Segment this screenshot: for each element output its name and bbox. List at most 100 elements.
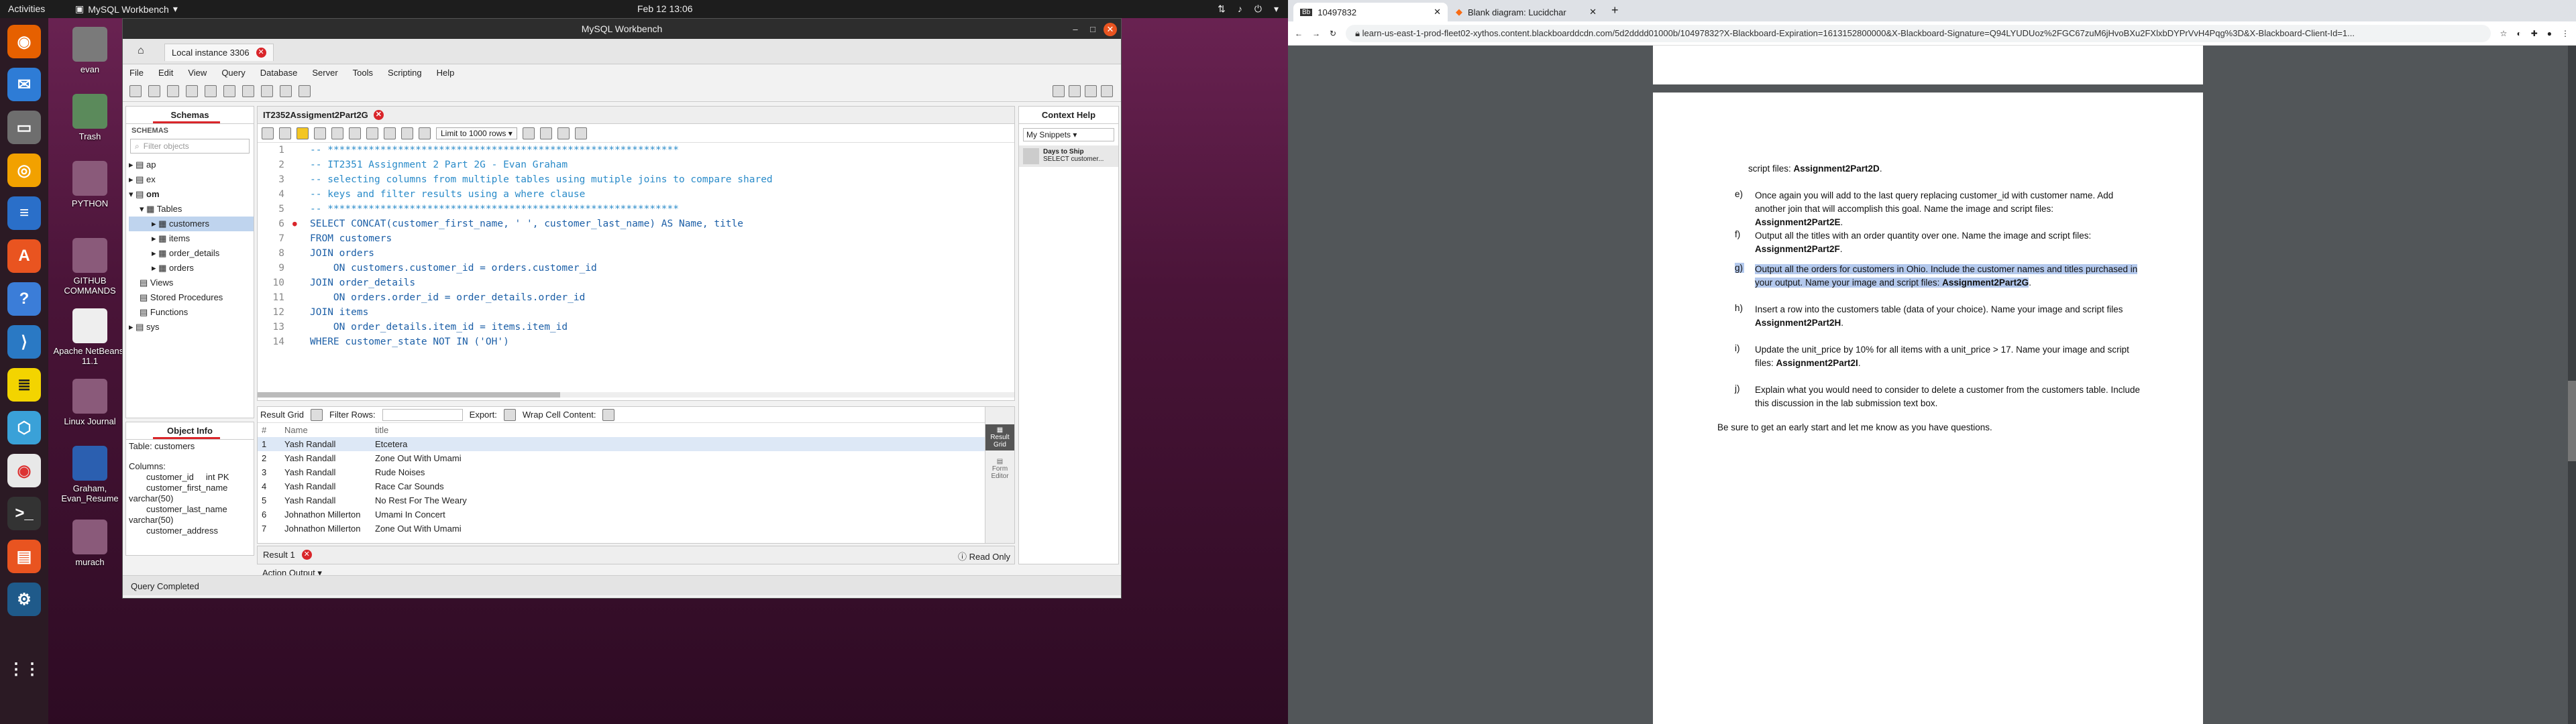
back-icon[interactable]: ← [1295,29,1303,38]
show-apps-icon[interactable]: ⋮⋮ [7,652,41,686]
rhythmbox-icon[interactable]: ◎ [7,154,41,187]
notes-icon[interactable]: ≣ [7,368,41,402]
table-cell[interactable]: Zone Out With Umami [375,453,462,463]
new-tab-button[interactable]: + [1605,3,1625,21]
table-cell[interactable]: No Rest For The Weary [375,495,467,505]
close-icon[interactable]: ✕ [373,110,384,120]
open-sql-icon[interactable] [148,84,160,97]
tree-item-tables[interactable]: ▾ ▦ Tables [129,202,254,217]
desktop-icon-trash[interactable]: Trash [50,94,130,141]
terminal-icon[interactable]: >_ [7,497,41,530]
create-function-icon[interactable] [261,84,273,97]
snippets-select[interactable]: My Snippets ▾ [1023,128,1114,141]
invisible-chars-icon[interactable] [557,127,570,139]
menu-scripting[interactable]: Scripting [388,68,422,78]
horizontal-scrollbar[interactable] [258,392,1014,398]
column-header[interactable]: Name [284,425,375,435]
result-tab[interactable]: Result 1 ✕ [263,550,312,560]
system-tray[interactable]: ⇅ ♪ ⏻ ▾ [1218,3,1279,15]
tree-item-om[interactable]: ▾ ▤ om [129,187,254,202]
sql-code-area[interactable]: 1 2 3 4 5 6 7 8 9 10 11 12 13 14 ● -- **… [258,143,1014,398]
tree-item-functions[interactable]: ▤ Functions [129,305,254,320]
toggle-secondary-icon[interactable] [1101,84,1113,97]
menu-view[interactable]: View [188,68,207,78]
close-icon[interactable]: ✕ [1434,7,1441,17]
tree-item-sys[interactable]: ▸ ▤ sys [129,320,254,335]
desktop-icon-netbeans[interactable]: Apache NetBeans-11.1 [50,308,130,366]
desktop-icon-python[interactable]: PYTHON [50,161,130,208]
table-row[interactable]: 6 Johnathon Millerton Umami In Concert [258,507,1014,522]
create-procedure-icon[interactable] [242,84,254,97]
table-cell[interactable]: Zone Out With Umami [375,524,462,534]
table-cell[interactable]: Rude Noises [375,467,425,477]
reload-icon[interactable]: ↻ [1330,29,1336,38]
bookmark-star-icon[interactable]: ☆ [2500,29,2508,38]
tree-item-stored-procedures[interactable]: ▤ Stored Procedures [129,290,254,305]
menu-tools[interactable]: Tools [353,68,373,78]
beautify-icon[interactable] [522,127,535,139]
find-icon[interactable] [539,127,552,139]
query-tab[interactable]: IT2352Assigment2Part2G ✕ [263,110,384,120]
extension-icon[interactable]: ◐ [2516,29,2521,38]
grid-icon[interactable] [311,408,323,421]
create-view-icon[interactable] [223,84,235,97]
wrap-icon[interactable] [574,127,587,139]
snippet-item[interactable]: Days to Ship SELECT customer... [1019,145,1118,167]
tab-context-help[interactable]: Context Help [1019,107,1118,124]
desktop-icon-github[interactable]: GITHUB COMMANDS [50,238,130,296]
tab-object-info[interactable]: Object Info [126,422,254,440]
toggle-error-icon[interactable] [366,127,378,139]
menu-kebab-icon[interactable]: ⋮ [2561,29,2569,38]
table-row[interactable]: 2 Yash Randall Zone Out With Umami [258,451,1014,465]
maximize-icon[interactable]: □ [1086,23,1099,36]
table-cell[interactable]: Etcetera [375,439,407,449]
tree-item-orders[interactable]: ▸ ▦ orders [129,261,254,276]
mysql-workbench-icon[interactable]: ⚙ [7,583,41,616]
writer-icon[interactable]: ≡ [7,196,41,230]
table-cell[interactable]: Yash Randall [284,453,375,463]
hex-app-icon[interactable]: ⬡ [7,411,41,444]
rollback-icon[interactable] [401,127,413,139]
table-cell[interactable]: Yash Randall [284,481,375,491]
activities-button[interactable]: Activities [8,3,45,14]
table-cell[interactable]: Umami In Concert [375,509,445,520]
app-menu[interactable]: ▣ MySQL Workbench ▾ [75,3,178,15]
thunderbird-icon[interactable]: ✉ [7,68,41,101]
tree-item-views[interactable]: ▤ Views [129,276,254,290]
firefox-icon[interactable]: ◉ [7,25,41,58]
explain-icon[interactable] [331,127,343,139]
minimize-icon[interactable]: – [1069,23,1082,36]
sql-info-icon[interactable] [167,84,179,97]
table-row[interactable]: 4 Yash Randall Race Car Sounds [258,479,1014,493]
desktop-icon-linux-journal[interactable]: Linux Journal [50,379,130,426]
settings-icon[interactable] [1053,84,1065,97]
home-icon[interactable]: ⌂ [138,45,144,57]
table-row[interactable]: 3 Yash Randall Rude Noises [258,465,1014,479]
autocommit-icon[interactable] [419,127,431,139]
toggle-sidebar-icon[interactable] [1069,84,1081,97]
help-icon[interactable]: ? [7,282,41,316]
result-grid-side-button[interactable]: ▦ Result Grid [985,424,1014,450]
commit-icon[interactable] [384,127,396,139]
table-cell[interactable]: Race Car Sounds [375,481,444,491]
connection-tab[interactable]: Local instance 3306 ✕ [164,44,274,61]
table-cell[interactable]: Yash Randall [284,495,375,505]
execute-icon[interactable] [297,127,309,139]
new-sql-tab-icon[interactable] [129,84,142,97]
menu-file[interactable]: File [129,68,144,78]
software-icon[interactable]: A [7,239,41,273]
tree-item-customers[interactable]: ▸ ▦ customers [129,217,254,231]
vscode-icon[interactable]: ⟩ [7,325,41,359]
desktop-icon-resume[interactable]: Graham, Evan_Resume [50,446,130,503]
column-header[interactable]: title [375,425,388,435]
scrollbar-thumb[interactable] [2568,381,2576,461]
profile-avatar[interactable]: ● [2547,29,2552,38]
scrollbar-thumb[interactable] [258,392,561,398]
wrap-cell-icon[interactable] [602,408,615,421]
limit-rows-select[interactable]: Limit to 1000 rows ▾ [436,127,517,139]
browser-tab-active[interactable]: Bb 10497832 ✕ [1293,3,1448,21]
tree-item-ap[interactable]: ▸ ▤ ap [129,158,254,172]
table-cell[interactable]: Yash Randall [284,467,375,477]
table-row[interactable]: 5 Yash Randall No Rest For The Weary [258,493,1014,507]
save-icon[interactable] [279,127,291,139]
